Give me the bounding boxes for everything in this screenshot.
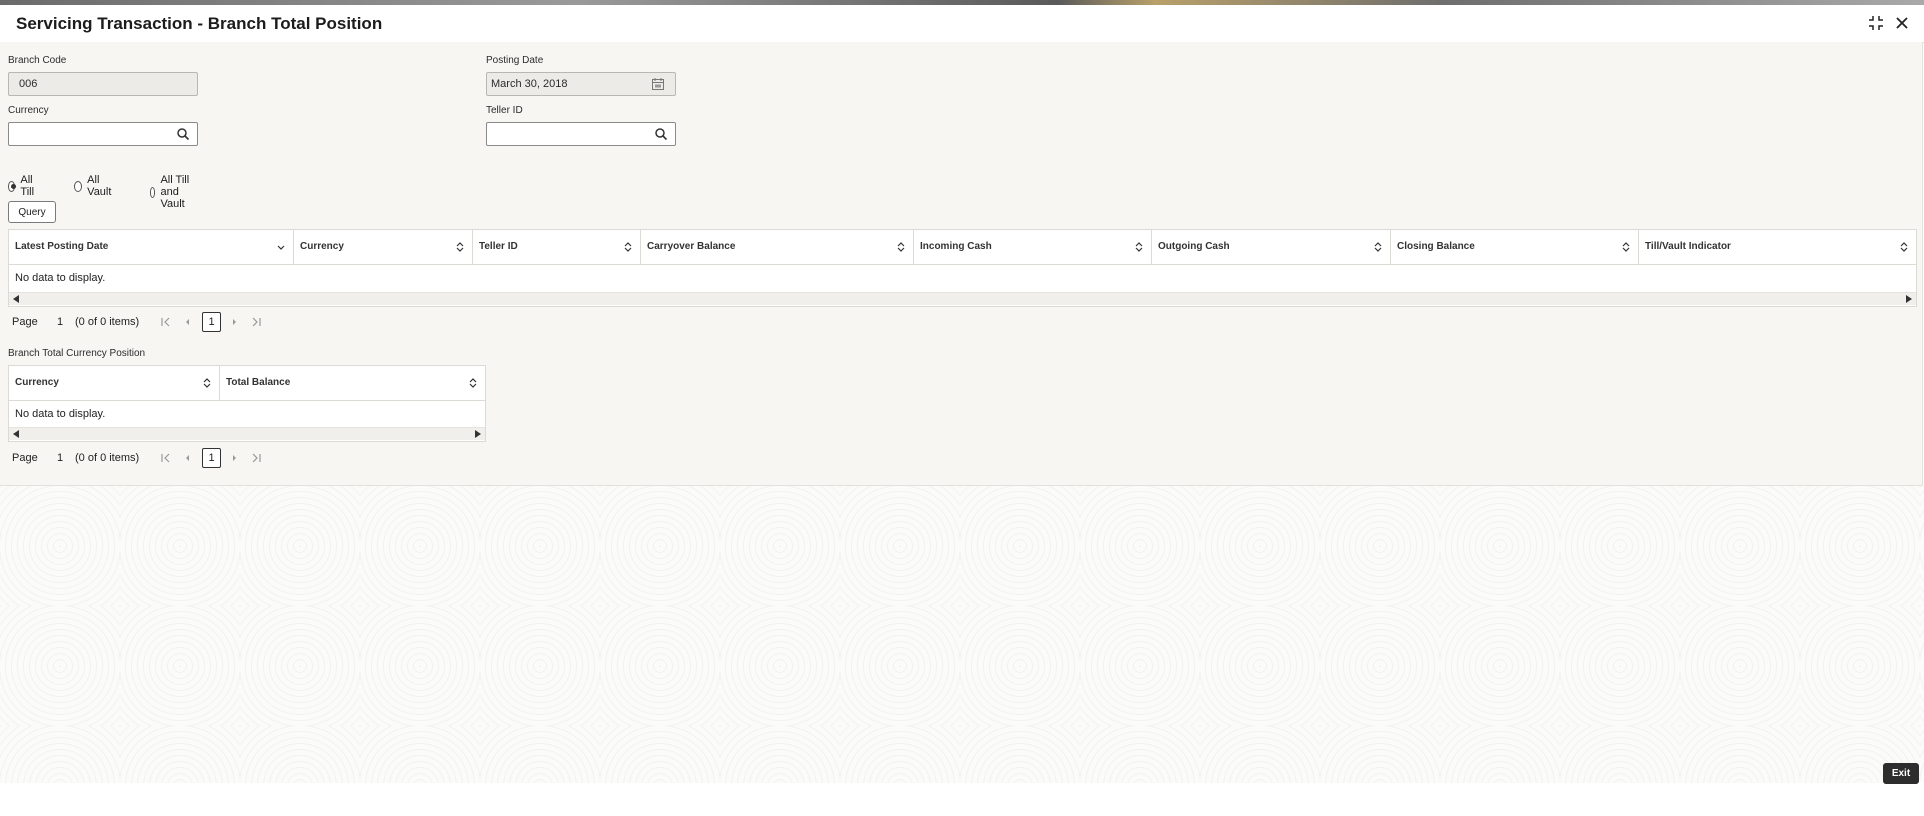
next-page-icon[interactable] — [228, 316, 240, 328]
col-currency[interactable]: Currency — [9, 366, 220, 400]
col-label: Outgoing Cash — [1158, 241, 1230, 252]
last-page-icon[interactable] — [250, 316, 262, 328]
posting-date-field[interactable] — [486, 72, 676, 96]
first-page-icon[interactable] — [160, 316, 172, 328]
page-number: 1 — [57, 316, 64, 328]
radio-all-till[interactable]: All Till — [8, 174, 38, 198]
items-count: (0 of 0 items) — [75, 452, 140, 464]
horizontal-scrollbar[interactable] — [9, 292, 1916, 305]
scroll-right-icon[interactable] — [1906, 295, 1912, 303]
empty-message: No data to display. — [15, 272, 106, 284]
sort-icon — [1900, 242, 1908, 252]
currency-input[interactable] — [8, 122, 198, 146]
page-label: Page — [12, 452, 38, 464]
col-label: Carryover Balance — [647, 241, 736, 252]
radio-indicator — [150, 186, 156, 198]
col-label: Total Balance — [226, 377, 291, 388]
col-currency[interactable]: Currency — [294, 230, 473, 264]
prev-page-icon[interactable] — [182, 452, 194, 464]
col-carryover-balance[interactable]: Carryover Balance — [641, 230, 914, 264]
currency-label: Currency — [8, 105, 49, 116]
position-table: Latest Posting Date Currency Teller ID C… — [8, 229, 1917, 307]
col-latest-posting-date[interactable]: Latest Posting Date — [9, 230, 294, 264]
position-table-header: Latest Posting Date Currency Teller ID C… — [9, 230, 1916, 265]
close-icon[interactable] — [1893, 14, 1911, 32]
last-page-icon[interactable] — [250, 452, 262, 464]
background-pattern — [0, 486, 1924, 783]
radio-label: All Vault — [87, 174, 112, 198]
col-label: Latest Posting Date — [15, 241, 109, 252]
chevron-down-icon — [277, 245, 285, 250]
radio-indicator — [74, 180, 83, 192]
col-label: Closing Balance — [1397, 241, 1475, 252]
col-incoming-cash[interactable]: Incoming Cash — [914, 230, 1152, 264]
col-teller-id[interactable]: Teller ID — [473, 230, 641, 264]
scroll-left-icon[interactable] — [13, 295, 19, 303]
sort-icon — [1135, 242, 1143, 252]
col-label: Till/Vault Indicator — [1645, 241, 1731, 252]
col-till-vault-indicator[interactable]: Till/Vault Indicator — [1639, 230, 1916, 264]
col-outgoing-cash[interactable]: Outgoing Cash — [1152, 230, 1391, 264]
exit-button[interactable]: Exit — [1883, 763, 1919, 784]
currency-position-header: Currency Total Balance — [9, 366, 485, 401]
current-page-button[interactable]: 1 — [202, 312, 221, 332]
currency-position-pager: Page 1 (0 of 0 items) 1 — [12, 448, 272, 470]
query-button[interactable]: Query — [8, 201, 56, 223]
scroll-left-icon[interactable] — [13, 430, 19, 438]
col-closing-balance[interactable]: Closing Balance — [1391, 230, 1639, 264]
first-page-icon[interactable] — [160, 452, 172, 464]
currency-position-table: Currency Total Balance No data to displa… — [8, 365, 486, 442]
col-label: Currency — [15, 377, 59, 388]
col-label: Teller ID — [479, 241, 518, 252]
currency-position-title: Branch Total Currency Position — [8, 348, 146, 359]
branch-code-label: Branch Code — [8, 55, 67, 66]
teller-id-label: Teller ID — [486, 105, 523, 116]
sort-icon — [1374, 242, 1382, 252]
window-title: Servicing Transaction - Branch Total Pos… — [16, 14, 383, 33]
maximize-icon[interactable] — [1867, 14, 1885, 32]
sort-icon — [469, 378, 477, 388]
radio-label: All Till and Vault — [160, 174, 190, 210]
col-total-balance[interactable]: Total Balance — [220, 366, 485, 400]
radio-all-vault[interactable]: All Vault — [74, 174, 114, 198]
sort-icon — [624, 242, 632, 252]
search-icon[interactable] — [176, 127, 190, 141]
page-number: 1 — [57, 452, 64, 464]
window-header: Servicing Transaction - Branch Total Pos… — [0, 5, 1924, 43]
col-label: Currency — [300, 241, 344, 252]
radio-label: All Till — [20, 174, 35, 198]
page-label: Page — [12, 316, 38, 328]
next-page-icon[interactable] — [228, 452, 240, 464]
posting-date-label: Posting Date — [486, 55, 544, 66]
teller-id-input[interactable] — [486, 122, 676, 146]
calendar-icon[interactable] — [651, 77, 665, 91]
branch-code-field[interactable] — [8, 72, 198, 96]
sort-icon — [1622, 242, 1630, 252]
radio-all-till-and-vault[interactable]: All Till and Vault — [150, 174, 190, 210]
prev-page-icon[interactable] — [182, 316, 194, 328]
col-label: Incoming Cash — [920, 241, 992, 252]
sort-icon — [456, 242, 464, 252]
sort-icon — [203, 378, 211, 388]
current-page-button[interactable]: 1 — [202, 448, 221, 468]
sort-icon — [897, 242, 905, 252]
footer-bar — [0, 783, 1924, 816]
radio-indicator — [8, 180, 17, 192]
horizontal-scrollbar[interactable] — [9, 427, 485, 440]
empty-message: No data to display. — [15, 408, 106, 420]
search-icon[interactable] — [654, 127, 668, 141]
position-table-pager: Page 1 (0 of 0 items) 1 — [12, 312, 272, 334]
scroll-right-icon[interactable] — [475, 430, 481, 438]
items-count: (0 of 0 items) — [75, 316, 140, 328]
